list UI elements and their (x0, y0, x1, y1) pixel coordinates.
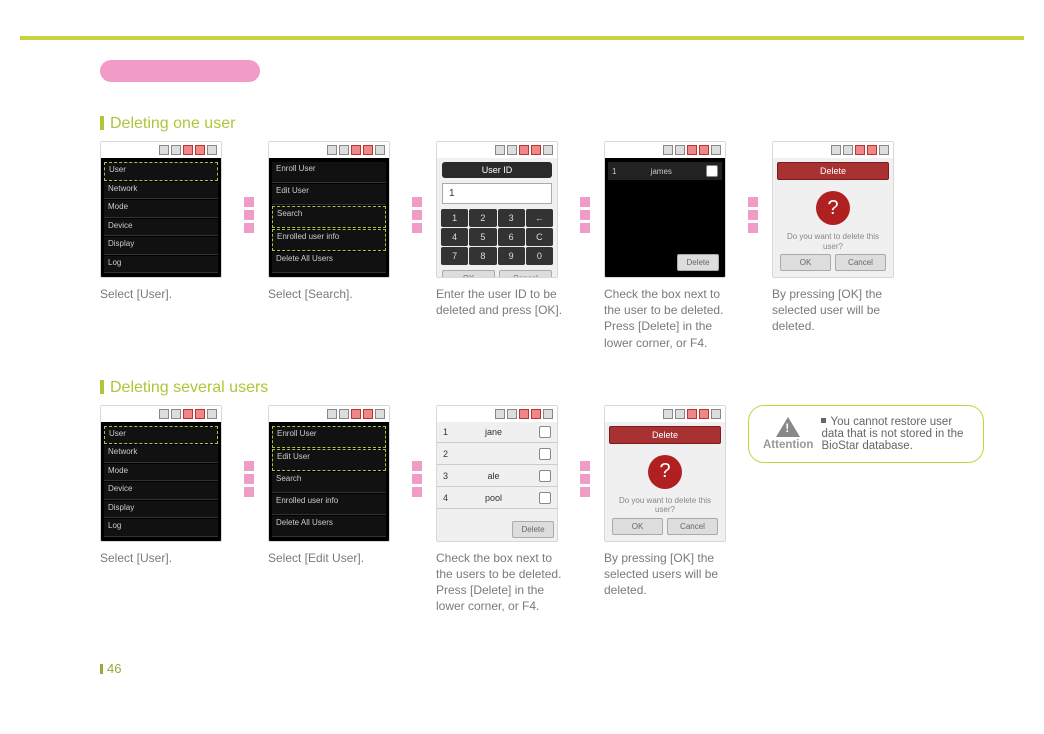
warning-icon: Attention (763, 417, 813, 451)
caption-s2-1: Select [User]. (100, 550, 230, 566)
caption-s2-4: By pressing [OK] the selected users will… (604, 550, 734, 599)
screenshot-s1-3: User ID 1 123← 456C 7890 OKCancel (436, 141, 558, 278)
caption-s1-4: Check the box next to the user to be del… (604, 286, 734, 351)
arrow-icon (244, 405, 254, 497)
screenshot-s2-3: 1jane 2 3ale 4pool Delete (436, 405, 558, 542)
arrow-icon (244, 141, 254, 233)
section2-row: User Network Mode Device Display Log Sel… (100, 405, 984, 615)
screenshot-s2-2: Enroll User Edit User Search Enrolled us… (268, 405, 390, 542)
page-number: 46 (100, 661, 121, 676)
screenshot-s1-5: Delete ? Do you want to delete this user… (772, 141, 894, 278)
pink-pill (100, 60, 260, 82)
caption-s2-3: Check the box next to the users to be de… (436, 550, 566, 615)
caption-s1-3: Enter the user ID to be deleted and pres… (436, 286, 566, 318)
screenshot-s2-1: User Network Mode Device Display Log (100, 405, 222, 542)
arrow-icon (412, 141, 422, 233)
arrow-icon (580, 141, 590, 233)
arrow-icon (748, 141, 758, 233)
screenshot-s1-1: User Network Mode Device Display Log (100, 141, 222, 278)
arrow-icon (412, 405, 422, 497)
screenshot-s2-4: Delete ? Do you want to delete this user… (604, 405, 726, 542)
caption-s1-2: Select [Search]. (268, 286, 398, 302)
arrow-icon (580, 405, 590, 497)
section1-row: User Network Mode Device Display Log Sel… (100, 141, 984, 351)
screenshot-s1-2: Enroll User Edit User Search Enrolled us… (268, 141, 390, 278)
screenshot-s1-4: 1james Delete (604, 141, 726, 278)
caption-s1-5: By pressing [OK] the selected user will … (772, 286, 902, 335)
section-title-2: Deleting several users (100, 379, 984, 397)
caption-s2-2: Select [Edit User]. (268, 550, 398, 566)
section-title-1: Deleting one user (100, 115, 984, 133)
attention-note: Attention You cannot restore user data t… (748, 405, 984, 463)
attention-text: You cannot restore user data that is not… (821, 416, 963, 452)
caption-s1-1: Select [User]. (100, 286, 230, 302)
